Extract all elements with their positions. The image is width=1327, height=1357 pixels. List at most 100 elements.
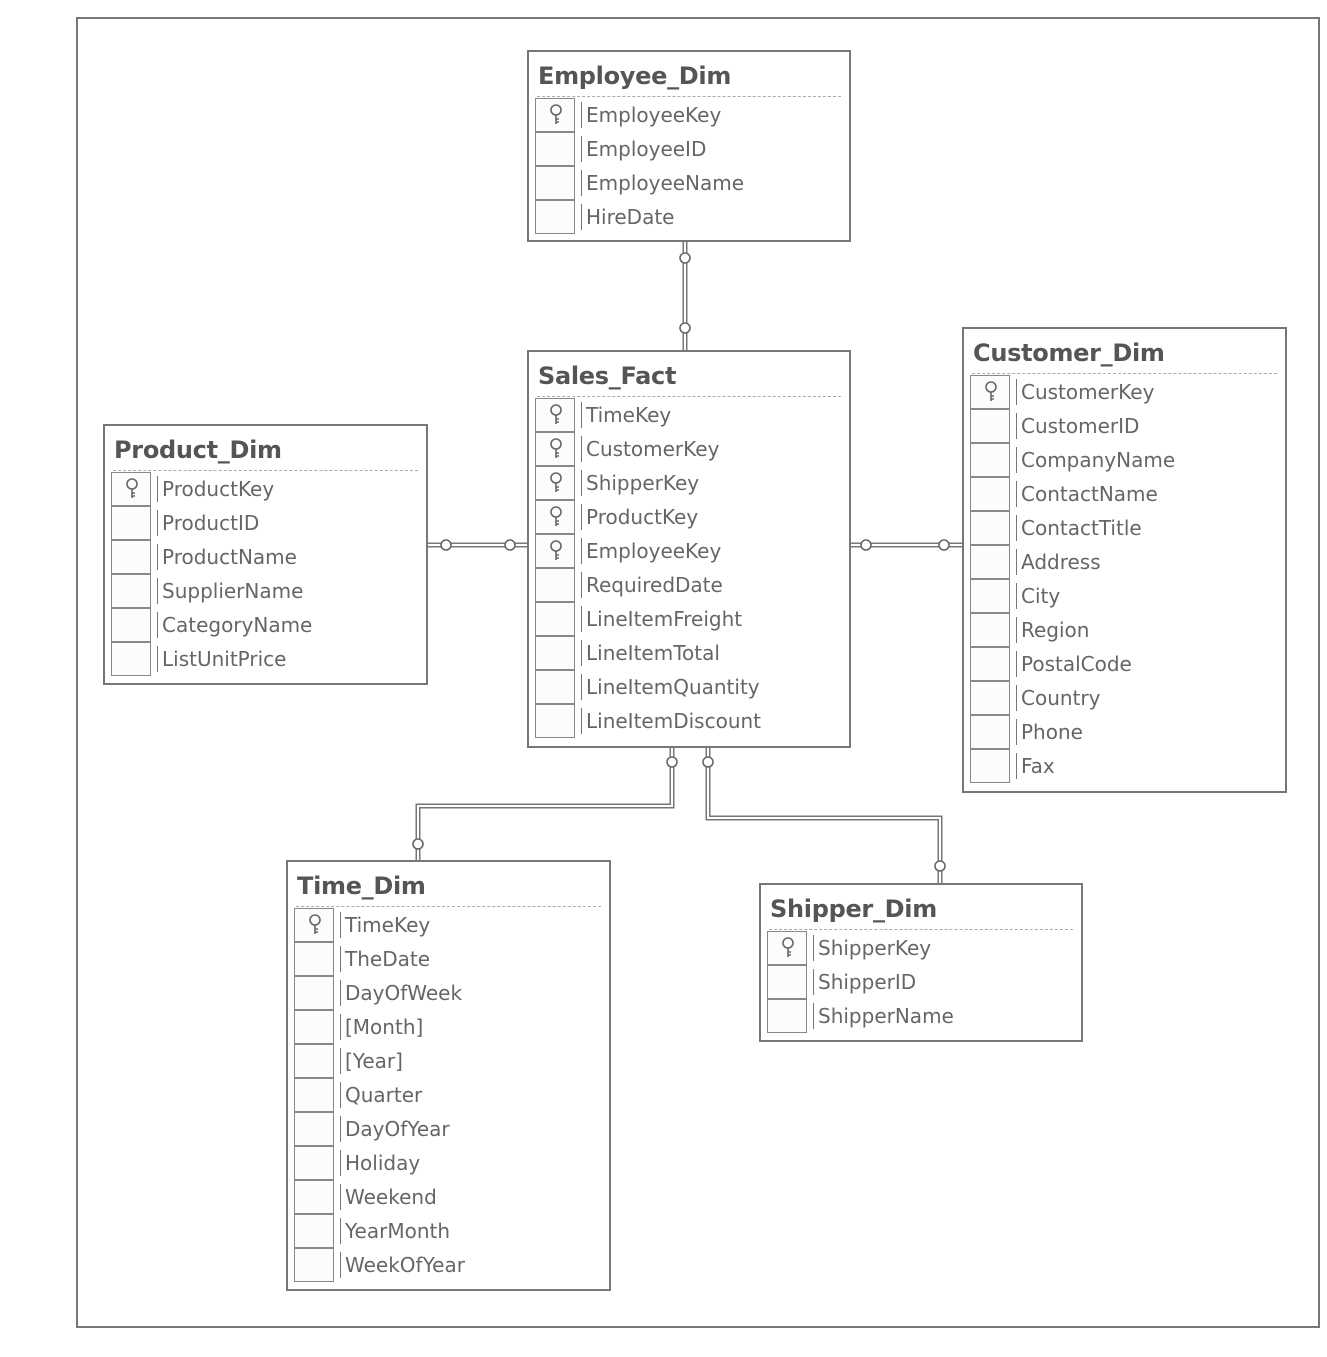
field-row[interactable]: CustomerID xyxy=(970,409,1279,443)
field-row[interactable]: ProductKey xyxy=(535,500,843,534)
field-selector[interactable] xyxy=(294,908,334,942)
field-row[interactable]: Region xyxy=(970,613,1279,647)
relationship-shipper[interactable] xyxy=(702,748,946,883)
field-selector[interactable] xyxy=(535,534,575,568)
field-selector[interactable] xyxy=(970,409,1010,443)
table-product[interactable]: Product_Dim ProductKey ProductID Product… xyxy=(103,424,428,685)
relationship-customer[interactable] xyxy=(851,539,962,551)
field-selector[interactable] xyxy=(535,500,575,534)
field-selector[interactable] xyxy=(535,200,575,234)
field-selector[interactable] xyxy=(970,545,1010,579)
field-row[interactable]: CompanyName xyxy=(970,443,1279,477)
field-selector[interactable] xyxy=(294,1248,334,1282)
field-selector[interactable] xyxy=(294,976,334,1010)
field-row[interactable]: Holiday xyxy=(294,1146,603,1180)
field-selector[interactable] xyxy=(767,999,807,1033)
field-selector[interactable] xyxy=(111,642,151,676)
field-row[interactable]: ProductName xyxy=(111,540,420,574)
field-row[interactable]: RequiredDate xyxy=(535,568,843,602)
field-row[interactable]: ProductKey xyxy=(111,472,420,506)
field-selector[interactable] xyxy=(535,432,575,466)
field-selector[interactable] xyxy=(970,443,1010,477)
field-row[interactable]: Address xyxy=(970,545,1279,579)
field-row[interactable]: SupplierName xyxy=(111,574,420,608)
field-selector[interactable] xyxy=(970,375,1010,409)
field-selector[interactable] xyxy=(111,540,151,574)
field-selector[interactable] xyxy=(535,166,575,200)
field-selector[interactable] xyxy=(535,636,575,670)
field-selector[interactable] xyxy=(970,715,1010,749)
field-row[interactable]: ShipperKey xyxy=(535,466,843,500)
field-selector[interactable] xyxy=(970,749,1010,783)
field-selector[interactable] xyxy=(970,477,1010,511)
table-title[interactable]: Sales_Fact xyxy=(538,362,676,390)
table-shipper[interactable]: Shipper_Dim ShipperKey ShipperID Shipper… xyxy=(759,883,1083,1042)
field-selector[interactable] xyxy=(111,608,151,642)
field-row[interactable]: ShipperKey xyxy=(767,931,1075,965)
field-selector[interactable] xyxy=(535,704,575,738)
field-row[interactable]: LineItemTotal xyxy=(535,636,843,670)
field-row[interactable]: EmployeeName xyxy=(535,166,843,200)
field-selector[interactable] xyxy=(970,511,1010,545)
table-time[interactable]: Time_Dim TimeKey TheDate DayOfWeek [Mont… xyxy=(286,860,611,1291)
field-row[interactable]: DayOfYear xyxy=(294,1112,603,1146)
relationship-time[interactable] xyxy=(412,748,678,860)
field-selector[interactable] xyxy=(294,1112,334,1146)
field-row[interactable]: ContactTitle xyxy=(970,511,1279,545)
field-selector[interactable] xyxy=(535,98,575,132)
field-selector[interactable] xyxy=(111,506,151,540)
field-row[interactable]: TheDate xyxy=(294,942,603,976)
relationship-employee[interactable] xyxy=(679,242,691,350)
field-selector[interactable] xyxy=(111,472,151,506)
field-selector[interactable] xyxy=(294,1044,334,1078)
field-selector[interactable] xyxy=(767,965,807,999)
field-selector[interactable] xyxy=(294,1180,334,1214)
table-title[interactable]: Customer_Dim xyxy=(973,339,1165,367)
field-row[interactable]: CategoryName xyxy=(111,608,420,642)
table-customer[interactable]: Customer_Dim CustomerKey CustomerID Comp… xyxy=(962,327,1287,793)
field-row[interactable]: HireDate xyxy=(535,200,843,234)
field-selector[interactable] xyxy=(294,942,334,976)
table-title[interactable]: Time_Dim xyxy=(297,872,426,900)
table-title[interactable]: Product_Dim xyxy=(114,436,282,464)
field-row[interactable]: Phone xyxy=(970,715,1279,749)
field-row[interactable]: [Month] xyxy=(294,1010,603,1044)
field-selector[interactable] xyxy=(970,647,1010,681)
field-selector[interactable] xyxy=(535,398,575,432)
field-row[interactable]: [Year] xyxy=(294,1044,603,1078)
field-selector[interactable] xyxy=(970,579,1010,613)
field-row[interactable]: Fax xyxy=(970,749,1279,783)
field-selector[interactable] xyxy=(294,1078,334,1112)
field-row[interactable]: PostalCode xyxy=(970,647,1279,681)
field-row[interactable]: ShipperName xyxy=(767,999,1075,1033)
table-title[interactable]: Shipper_Dim xyxy=(770,895,937,923)
field-row[interactable]: EmployeeID xyxy=(535,132,843,166)
field-row[interactable]: ProductID xyxy=(111,506,420,540)
field-selector[interactable] xyxy=(294,1146,334,1180)
field-row[interactable]: ContactName xyxy=(970,477,1279,511)
field-selector[interactable] xyxy=(535,568,575,602)
field-selector[interactable] xyxy=(535,602,575,636)
table-employee[interactable]: Employee_Dim EmployeeKey EmployeeID Empl… xyxy=(527,50,851,242)
field-row[interactable]: CustomerKey xyxy=(535,432,843,466)
field-row[interactable]: City xyxy=(970,579,1279,613)
field-row[interactable]: ListUnitPrice xyxy=(111,642,420,676)
field-row[interactable]: Country xyxy=(970,681,1279,715)
field-row[interactable]: Quarter xyxy=(294,1078,603,1112)
field-row[interactable]: TimeKey xyxy=(294,908,603,942)
field-row[interactable]: CustomerKey xyxy=(970,375,1279,409)
field-row[interactable]: WeekOfYear xyxy=(294,1248,603,1282)
field-row[interactable]: Weekend xyxy=(294,1180,603,1214)
field-row[interactable]: ShipperID xyxy=(767,965,1075,999)
field-selector[interactable] xyxy=(970,681,1010,715)
field-row[interactable]: TimeKey xyxy=(535,398,843,432)
relationship-product[interactable] xyxy=(428,539,527,551)
field-selector[interactable] xyxy=(970,613,1010,647)
field-selector[interactable] xyxy=(535,466,575,500)
field-selector[interactable] xyxy=(767,931,807,965)
table-sales[interactable]: Sales_Fact TimeKey CustomerKey ShipperKe… xyxy=(527,350,851,748)
table-title[interactable]: Employee_Dim xyxy=(538,62,731,90)
field-row[interactable]: LineItemFreight xyxy=(535,602,843,636)
field-row[interactable]: YearMonth xyxy=(294,1214,603,1248)
field-row[interactable]: LineItemDiscount xyxy=(535,704,843,738)
